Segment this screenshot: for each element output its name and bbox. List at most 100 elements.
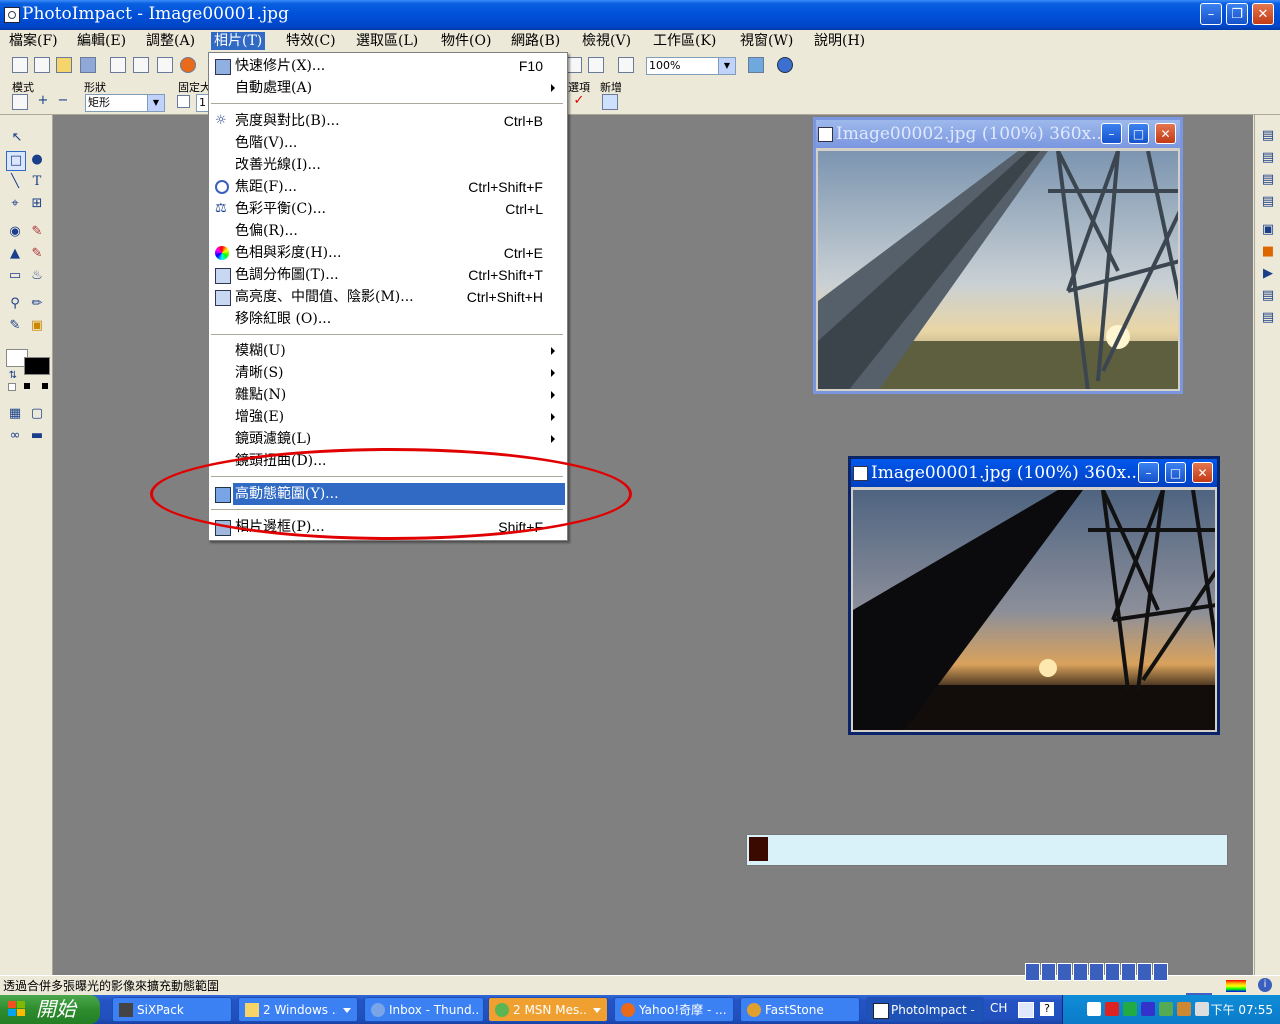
color-mode-icon[interactable] (42, 383, 48, 389)
close-button[interactable]: ✕ (1192, 462, 1213, 483)
paint-brush-icon[interactable]: ✎ (28, 223, 46, 241)
restore-button[interactable]: ❐ (1226, 3, 1248, 25)
browser-icon[interactable] (180, 57, 196, 73)
eyedropper-icon[interactable]: ✏ (28, 295, 46, 313)
fill-bucket-icon[interactable]: ♨ (28, 267, 46, 285)
menu-item-hue-saturation[interactable]: 色相與彩度(H)... Ctrl+E (209, 242, 565, 264)
task-sixpack[interactable]: SiXPack (112, 997, 232, 1022)
quick-command-icon[interactable] (1137, 963, 1152, 981)
task-msn[interactable]: 2 MSN Mes... (488, 997, 608, 1022)
add-mode-icon[interactable]: + (34, 92, 52, 110)
msn-tray-icon[interactable] (1159, 1002, 1173, 1016)
quick-command-icon[interactable]: ▣ (1259, 221, 1277, 239)
reset-colors-icon[interactable] (8, 383, 16, 391)
image-gallery-icon[interactable]: ▤ (1259, 309, 1277, 327)
new-file-icon[interactable] (12, 57, 28, 73)
new-selection-icon[interactable] (602, 94, 618, 110)
image-canvas-2[interactable] (818, 151, 1178, 389)
path-edit-icon[interactable]: ✎ (6, 317, 24, 335)
menu-selection[interactable]: 選取區(L) (353, 32, 421, 50)
subtract-mode-icon[interactable]: − (54, 92, 72, 110)
quick-command-icon[interactable] (1073, 963, 1088, 981)
eraser-icon[interactable]: ▭ (6, 267, 24, 285)
arrange-icon[interactable] (588, 57, 604, 73)
print-preview-icon[interactable] (133, 57, 149, 73)
shape-select[interactable]: 矩形 ▼ (85, 94, 165, 112)
fixed-size-checkbox[interactable] (177, 95, 190, 108)
start-button[interactable]: 開始 (0, 995, 100, 1024)
menu-view[interactable]: 檢視(V) (579, 32, 634, 50)
red-eye-tool-icon[interactable]: ◉ (6, 223, 24, 241)
zoom-icon[interactable] (157, 57, 173, 73)
stamp-tool-icon[interactable]: ▲ (6, 245, 24, 263)
image-window-1[interactable]: Image00001.jpg (100%) 360x... – □ ✕ (848, 456, 1220, 735)
task-firefox[interactable]: Yahoo!奇摩 - ... (614, 997, 734, 1022)
color-bar-icon[interactable] (1226, 980, 1246, 992)
menu-item-enhance[interactable]: 增強(E) (209, 406, 565, 428)
close-button[interactable]: ✕ (1155, 123, 1176, 144)
minimize-button[interactable]: – (1138, 462, 1159, 483)
layer-manager-icon[interactable]: ▤ (1259, 127, 1277, 145)
menu-item-auto-process[interactable]: 自動處理(A) (209, 77, 565, 99)
menu-object[interactable]: 物件(O) (438, 32, 494, 50)
chevron-down-icon[interactable]: ▼ (147, 95, 164, 111)
minimize-button[interactable]: – (1200, 3, 1222, 25)
image-canvas-1[interactable] (853, 490, 1215, 730)
menu-edit[interactable]: 編輯(E) (74, 32, 129, 50)
show-hidden-icon[interactable] (1087, 1002, 1101, 1016)
zoom-select[interactable]: 100% ▼ (646, 57, 736, 75)
image-window-1-titlebar[interactable]: Image00001.jpg (100%) 360x... – □ ✕ (851, 459, 1217, 487)
pick-tool-icon[interactable]: ↖ (8, 129, 26, 147)
print-icon[interactable] (110, 57, 126, 73)
help-icon[interactable] (777, 57, 793, 73)
menu-item-remove-red-eye[interactable]: 移除紅眼 (O)... (209, 308, 565, 330)
input-method-icon[interactable] (1018, 1002, 1034, 1018)
quick-command-icon[interactable] (1025, 963, 1040, 981)
default-colors-icon[interactable] (24, 383, 30, 389)
quick-command-icon[interactable] (1153, 963, 1168, 981)
menu-item-brightness-contrast[interactable]: ☼ 亮度與對比(B)... Ctrl+B (209, 110, 565, 132)
volume-icon[interactable] (1195, 1002, 1209, 1016)
task-windows-explorer[interactable]: 2 Windows ... (238, 997, 358, 1022)
app-icon[interactable] (4, 7, 20, 23)
crop-tool-icon[interactable]: ⌖ (6, 195, 24, 213)
standard-selection-tool-icon[interactable]: □ (6, 151, 26, 171)
menu-item-color-balance[interactable]: ⚖ 色彩平衡(C)... Ctrl+L (209, 198, 565, 220)
menu-item-levels[interactable]: 色階(V)... (209, 132, 565, 154)
check-icon[interactable]: ✓ (570, 92, 588, 110)
foreground-color-swatch[interactable] (24, 357, 50, 375)
window-icon[interactable] (566, 57, 582, 73)
link-icon[interactable]: ∞ (6, 427, 24, 445)
menu-item-lens-filter[interactable]: 鏡頭濾鏡(L) (209, 428, 565, 450)
maximize-button[interactable]: □ (1128, 123, 1149, 144)
image-window-2-titlebar[interactable]: Image00002.jpg (100%) 360x... – □ ✕ (816, 120, 1180, 148)
task-thunderbird[interactable]: Inbox - Thund... (364, 997, 484, 1022)
task-faststone[interactable]: FastStone (740, 997, 860, 1022)
menu-photo[interactable]: 相片(T) (211, 32, 266, 50)
language-indicator[interactable]: CH (990, 1001, 1007, 1015)
line-tool-icon[interactable]: ╲ (6, 173, 24, 191)
info-icon[interactable]: i (1258, 978, 1272, 992)
selection-mode-icon[interactable] (12, 94, 28, 110)
antivirus-icon[interactable] (1105, 1002, 1119, 1016)
histogram-icon[interactable] (1186, 979, 1212, 995)
menu-item-sharpen[interactable]: 清晰(S) (209, 362, 565, 384)
web-icon[interactable] (748, 57, 764, 73)
menu-item-color-cast[interactable]: 色偏(R)... (209, 220, 565, 242)
close-button[interactable]: ✕ (1252, 3, 1274, 25)
task-photoimpact[interactable]: PhotoImpact - ... (866, 997, 984, 1022)
folder-icon[interactable] (56, 57, 72, 73)
quick-command-icon[interactable] (1121, 963, 1136, 981)
menu-adjust[interactable]: 調整(A) (143, 32, 198, 50)
save-icon[interactable] (80, 57, 96, 73)
open-file-icon[interactable] (34, 57, 50, 73)
screen-icon[interactable] (618, 57, 634, 73)
ruler-icon[interactable]: ▬ (28, 427, 46, 445)
quick-command-icon[interactable] (1041, 963, 1056, 981)
quick-command-icon[interactable] (1089, 963, 1104, 981)
menu-workspace[interactable]: 工作區(K) (650, 32, 719, 50)
maximize-button[interactable]: □ (1165, 462, 1186, 483)
quick-command-icon[interactable] (1105, 963, 1120, 981)
menu-item-quick-fix[interactable]: 快速修片(X)... F10 (209, 55, 565, 77)
transform-tool-icon[interactable]: ⊞ (28, 195, 46, 213)
